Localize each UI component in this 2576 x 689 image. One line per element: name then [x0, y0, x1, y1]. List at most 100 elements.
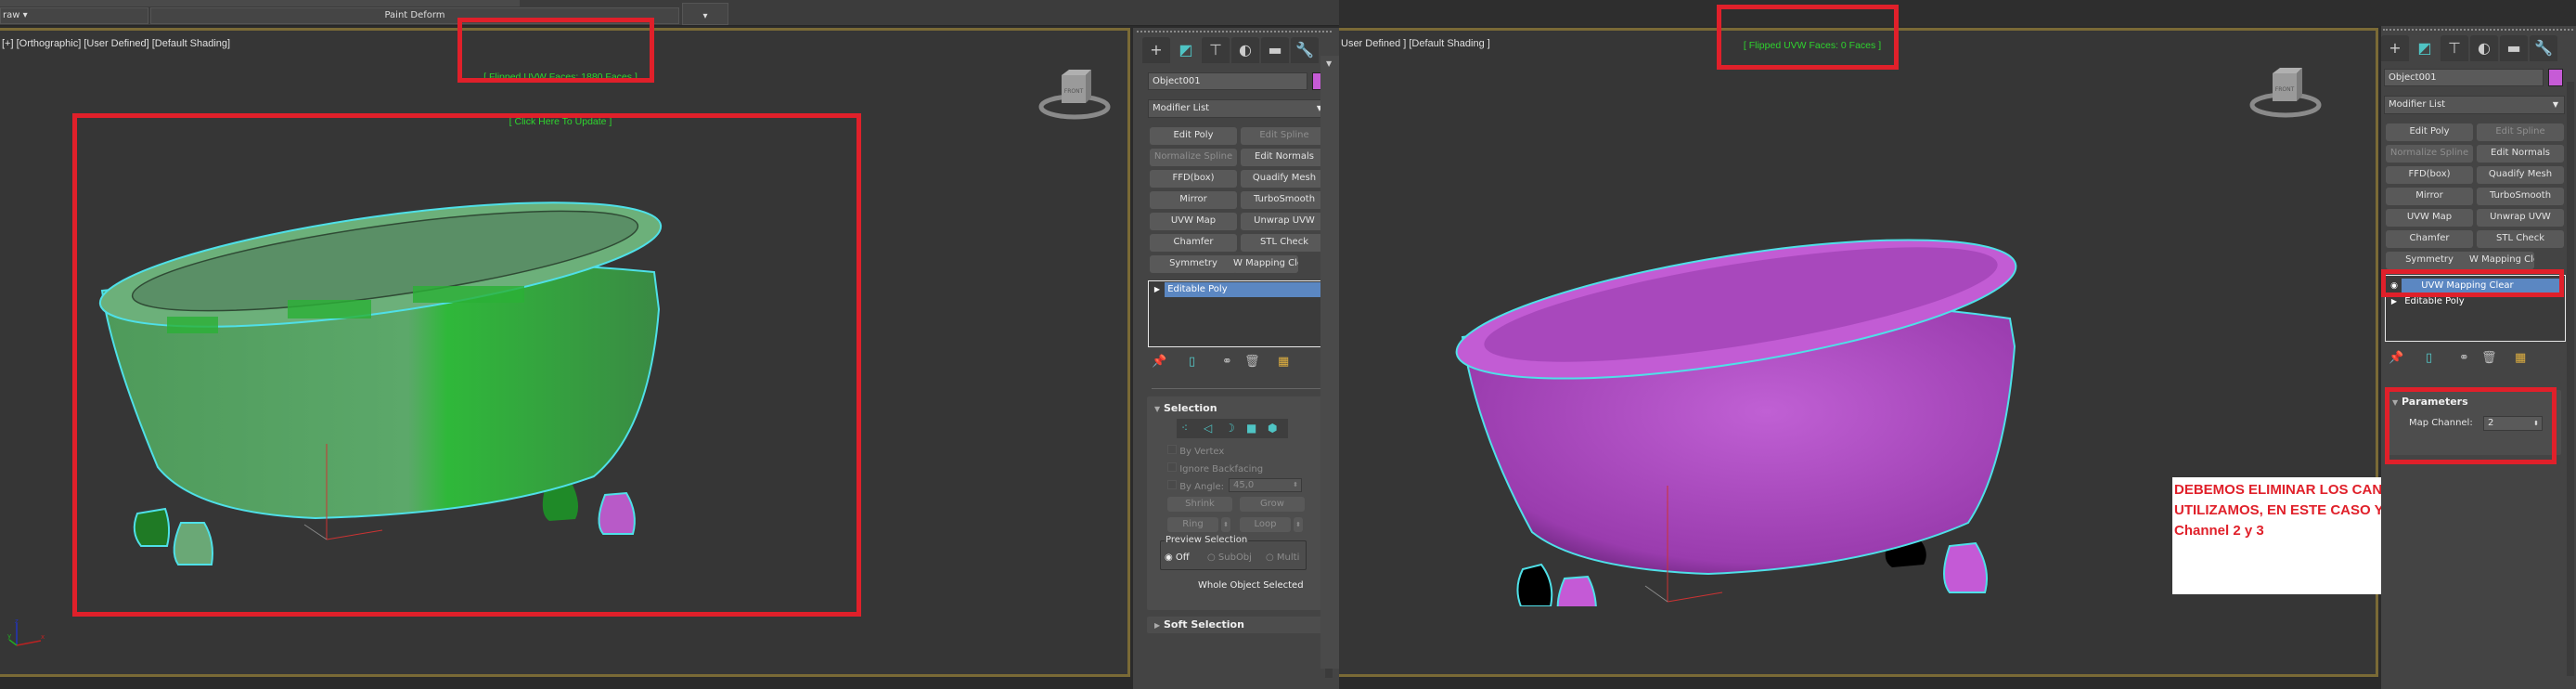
modifier-button[interactable]: Unwrap UVW [1241, 213, 1328, 230]
modifier-button[interactable]: Mirror [2386, 188, 2473, 205]
viewport-label[interactable]: [+] [Orthographic] [User Defined] [Defau… [2, 38, 230, 49]
loop-button[interactable]: Loop [1240, 517, 1291, 532]
shrink-button[interactable]: Shrink [1167, 497, 1232, 512]
left-command-panel: + ◩ ⊤ ◐ ▬ 🔧 Object001 Modifier List ▼ Ed… [1133, 28, 1339, 689]
right-shot-top-strip [1339, 0, 2576, 26]
viewcube[interactable]: FRONT [2248, 66, 2323, 122]
modifier-list-dropdown[interactable]: Modifier List ▼ [1148, 99, 1329, 118]
modifier-button[interactable]: Edit Poly [2386, 124, 2473, 141]
svg-text:y: y [7, 632, 11, 640]
ignore-backfacing-checkbox[interactable]: Ignore Backfacing [1167, 462, 1263, 474]
tab-display[interactable]: ▬ [2500, 35, 2528, 61]
modifier-button[interactable]: FFD(box) [1150, 170, 1237, 188]
ribbon-draw-dropdown[interactable]: raw ▾ [0, 7, 148, 24]
panel-drag-handle[interactable] [1137, 31, 1332, 32]
edge-icon[interactable]: ◁ [1204, 419, 1212, 438]
tab-motion[interactable]: ◐ [2470, 35, 2498, 61]
viewport-label[interactable]: User Defined ] [Default Shading ] [1341, 38, 1490, 49]
modifier-button[interactable]: Quadify Mesh [2477, 166, 2564, 184]
ring-spinner[interactable]: ⬍ [1221, 517, 1230, 532]
border-icon[interactable]: ☽ [1225, 419, 1235, 438]
ribbon-toolbar: raw ▾ Paint Deform ▾ [0, 0, 1339, 26]
configure-modifier-sets-icon[interactable]: ▦ [1278, 355, 1289, 369]
show-end-result-icon[interactable]: ▯ [1189, 355, 1195, 369]
modifier-button[interactable]: Symmetry [1150, 255, 1237, 273]
make-unique-icon[interactable]: ⚭ [1222, 355, 1232, 369]
tab-modify[interactable]: ◩ [2411, 35, 2439, 61]
bathtub-object-fixed[interactable] [1449, 216, 2061, 606]
selection-title: Selection [1164, 402, 1217, 414]
modifier-list-label: Modifier List [1153, 103, 1210, 113]
modifier-button[interactable]: Chamfer [2386, 230, 2473, 248]
expand-triangle-icon[interactable]: ▶ [1150, 282, 1165, 297]
show-end-result-icon[interactable]: ▯ [2426, 351, 2432, 365]
panel-scrollbar[interactable] [2567, 82, 2574, 676]
modifier-stack[interactable]: ▶ Editable Poly [1148, 280, 1329, 347]
modifier-button[interactable]: Quadify Mesh [1241, 170, 1328, 188]
stack-item-editable-poly[interactable]: ▶ Editable Poly [1150, 282, 1327, 297]
remove-modifier-icon[interactable]: 🗑 [2481, 351, 2497, 365]
modifier-button[interactable]: Normalize Spline [2386, 145, 2473, 162]
polygon-icon[interactable]: ■ [1246, 419, 1256, 438]
modifier-button[interactable]: STL Check [1241, 234, 1328, 252]
panel-drag-handle[interactable] [2383, 29, 2573, 31]
preview-multi-radio[interactable]: ○ Multi [1266, 552, 1299, 563]
tab-utilities[interactable]: 🔧 [2530, 35, 2557, 61]
tab-modify[interactable]: ◩ [1172, 37, 1200, 63]
modifier-button[interactable]: TurboSmooth [1241, 191, 1328, 209]
by-angle-checkbox[interactable]: By Angle: [1167, 480, 1224, 492]
modifier-button[interactable]: Mirror [1150, 191, 1237, 209]
modifier-button[interactable]: FFD(box) [2386, 166, 2473, 184]
modifier-button[interactable]: Edit Normals [2477, 145, 2564, 162]
pin-stack-icon[interactable]: 📌 [2389, 351, 2403, 365]
preview-off-radio[interactable]: ◉ Off [1165, 552, 1190, 563]
tab-hierarchy[interactable]: ⊤ [2441, 35, 2468, 61]
modifier-button[interactable]: Chamfer [1150, 234, 1237, 252]
object-name-field[interactable]: Object001 [1148, 72, 1307, 90]
selection-rollout-header[interactable]: ▼ Selection [1154, 402, 1217, 414]
modifier-list-dropdown[interactable]: Modifier List ▼ [2384, 96, 2565, 114]
viewcube[interactable]: FRONT [1037, 68, 1112, 124]
modifier-button[interactable]: UVW Map [1150, 213, 1237, 230]
loop-spinner[interactable]: ⬍ [1294, 517, 1303, 532]
soft-selection-rollout[interactable]: ▶ Soft Selection [1147, 617, 1322, 633]
annotation-box-object [72, 113, 861, 617]
object-color-swatch[interactable] [2548, 69, 2563, 86]
tab-motion[interactable]: ◐ [1231, 37, 1259, 63]
modifier-button[interactable]: Normalize Spline [1150, 149, 1237, 166]
modifier-button[interactable]: UVW Map [2386, 209, 2473, 227]
preview-subobj-radio[interactable]: ○ SubObj [1207, 552, 1252, 563]
preview-selection-label: Preview Selection [1165, 535, 1249, 545]
by-vertex-checkbox[interactable]: By Vertex [1167, 445, 1224, 457]
object-name-field[interactable]: Object001 [2384, 69, 2544, 86]
ribbon-overflow-button[interactable]: ▾ [682, 3, 728, 25]
element-icon[interactable]: ⬢ [1268, 419, 1277, 438]
tab-display[interactable]: ▬ [1261, 37, 1289, 63]
tab-hierarchy[interactable]: ⊤ [1202, 37, 1230, 63]
modifier-button[interactable]: Edit Normals [1241, 149, 1328, 166]
modifier-button[interactable]: STL Check [2477, 230, 2564, 248]
modifier-button[interactable]: Edit Spline [1241, 127, 1328, 145]
ring-button[interactable]: Ring [1167, 517, 1218, 532]
modifier-button[interactable]: Edit Spline [2477, 124, 2564, 141]
modifier-button[interactable]: Unwrap UVW [2477, 209, 2564, 227]
modifier-button[interactable]: W Mapping Cle [2469, 252, 2534, 269]
tab-create[interactable]: + [2381, 35, 2409, 61]
by-angle-spinner[interactable]: 45,0 ⬍ [1229, 478, 1302, 492]
tab-create[interactable]: + [1142, 37, 1170, 63]
tab-utilities[interactable]: 🔧 [1291, 37, 1319, 63]
vertex-icon[interactable]: ⁖ [1181, 419, 1188, 438]
stack-toolbar: 📌 ▯ ⚭ 🗑 ▦ [2385, 351, 2552, 370]
make-unique-icon[interactable]: ⚭ [2459, 351, 2469, 365]
configure-modifier-sets-icon[interactable]: ▦ [2515, 351, 2526, 365]
modifier-button[interactable]: Symmetry [2386, 252, 2473, 269]
grow-button[interactable]: Grow [1240, 497, 1305, 512]
tub-foot [1556, 575, 1597, 606]
modifier-button[interactable]: TurboSmooth [2477, 188, 2564, 205]
modifier-button[interactable]: Edit Poly [1150, 127, 1237, 145]
pin-stack-icon[interactable]: 📌 [1152, 355, 1166, 369]
chevron-down-icon[interactable]: ▼ [1320, 56, 1339, 72]
remove-modifier-icon[interactable]: 🗑 [1244, 355, 1260, 369]
viewcube-face-label: FRONT [1064, 88, 1084, 95]
modifier-button[interactable]: W Mapping Cle [1233, 255, 1298, 273]
